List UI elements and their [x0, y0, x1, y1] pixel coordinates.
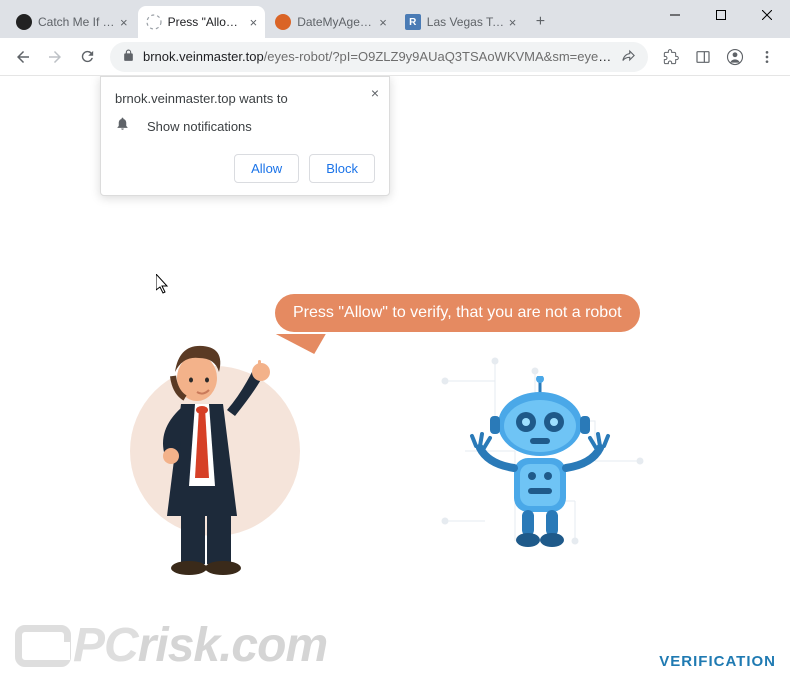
tab-4[interactable]: R Las Vegas Tax Att ×: [397, 6, 525, 38]
address-bar[interactable]: brnok.veinmaster.top/eyes-robot/?pI=O9ZL…: [110, 42, 648, 72]
robot-illustration: [460, 376, 620, 561]
tab-title-2: Press "Allow" to v: [168, 15, 246, 29]
favicon-3: [275, 14, 291, 30]
tab-title-3: DateMyAge.com: [297, 15, 375, 29]
forward-button[interactable]: [40, 42, 70, 72]
notification-body: Show notifications: [147, 119, 252, 134]
speech-tail: [264, 334, 326, 354]
extensions-icon[interactable]: [656, 42, 686, 72]
block-button[interactable]: Block: [309, 154, 375, 183]
share-icon[interactable]: [621, 48, 636, 66]
menu-icon[interactable]: [752, 42, 782, 72]
favicon-4: R: [405, 14, 421, 30]
tab-2-active[interactable]: Press "Allow" to v ×: [138, 6, 266, 38]
tab-1[interactable]: Catch Me If You C ×: [8, 6, 136, 38]
url-text: brnok.veinmaster.top/eyes-robot/?pI=O9ZL…: [143, 49, 613, 64]
verification-label: VERIFICATION: [659, 653, 776, 670]
page-content: × brnok.veinmaster.top wants to Show not…: [0, 76, 790, 688]
watermark-logo: PCrisk.com: [15, 618, 327, 673]
bell-icon: [115, 116, 131, 136]
reload-button[interactable]: [72, 42, 102, 72]
tab-close-3[interactable]: ×: [379, 15, 387, 30]
allow-button[interactable]: Allow: [234, 154, 299, 183]
window-titlebar: Catch Me If You C × Press "Allow" to v ×…: [0, 0, 790, 38]
window-controls: [652, 0, 790, 30]
browser-toolbar: brnok.veinmaster.top/eyes-robot/?pI=O9ZL…: [0, 38, 790, 76]
minimize-button[interactable]: [652, 0, 698, 30]
tab-3[interactable]: DateMyAge.com ×: [267, 6, 395, 38]
favicon-1: [16, 14, 32, 30]
tab-close-1[interactable]: ×: [120, 15, 128, 30]
tab-close-4[interactable]: ×: [509, 15, 517, 30]
close-window-button[interactable]: [744, 0, 790, 30]
favicon-2: [146, 14, 162, 30]
back-button[interactable]: [8, 42, 38, 72]
maximize-button[interactable]: [698, 0, 744, 30]
tab-title-1: Catch Me If You C: [38, 15, 116, 29]
speech-bubble: Press "Allow" to verify, that you are no…: [275, 294, 640, 332]
notification-prompt: × brnok.veinmaster.top wants to Show not…: [100, 76, 390, 196]
man-illustration: [145, 336, 295, 581]
side-panel-icon[interactable]: [688, 42, 718, 72]
lock-icon: [122, 49, 135, 65]
notification-title: brnok.veinmaster.top wants to: [115, 91, 375, 106]
tab-close-2[interactable]: ×: [250, 15, 258, 30]
notification-close-icon[interactable]: ×: [371, 85, 379, 101]
cursor-icon: [156, 274, 170, 299]
tab-strip: Catch Me If You C × Press "Allow" to v ×…: [8, 0, 554, 38]
profile-icon[interactable]: [720, 42, 750, 72]
tab-title-4: Las Vegas Tax Att: [427, 15, 505, 29]
new-tab-button[interactable]: +: [526, 8, 554, 36]
